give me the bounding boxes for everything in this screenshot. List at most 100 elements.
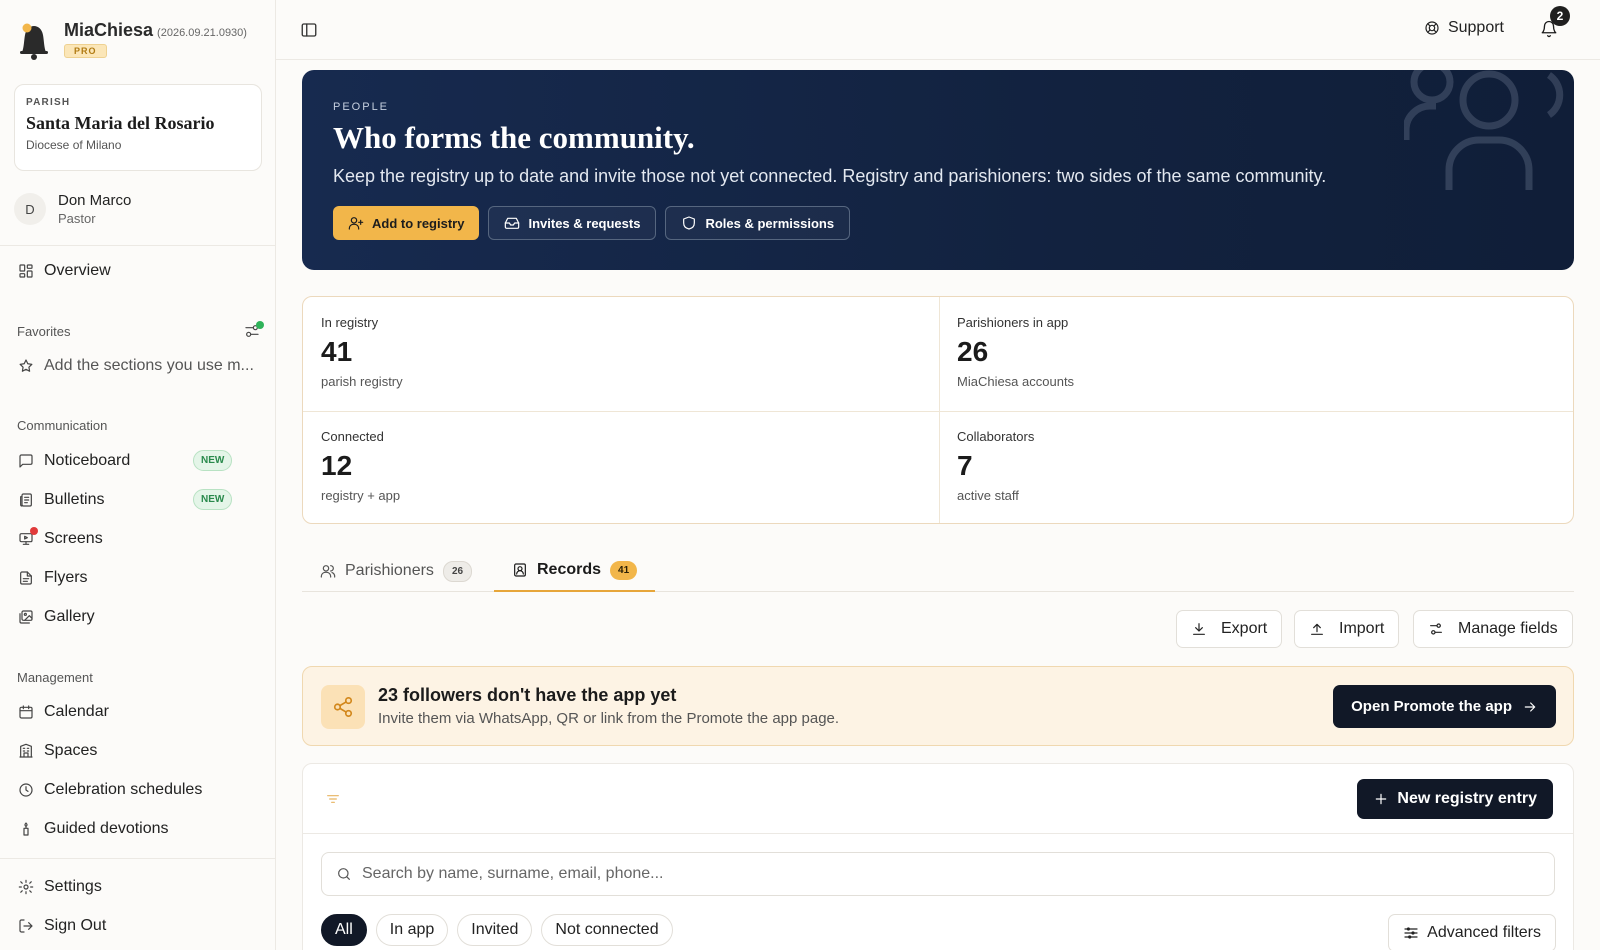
people-illustration-icon [1404,70,1574,210]
add-to-registry-label: Add to registry [372,215,465,231]
message-square-icon [18,453,34,469]
manage-fields-label: Manage fields [1458,620,1558,637]
sidebar-item-calendar[interactable]: Calendar [18,701,109,723]
app-version: (2026.09.21.0930) [157,27,247,39]
management-title: Management [17,670,93,685]
promote-app-banner: 23 followers don't have the app yet Invi… [302,666,1574,746]
sidebar-item-label: Sign Out [44,917,107,934]
stat-desc: MiaChiesa accounts [957,374,1075,389]
favorites-status-dot [256,321,264,329]
tabs: Parishioners 26 Records 41 [302,550,1574,592]
chip-in-app[interactable]: In app [375,914,449,946]
filter-icon[interactable] [325,791,341,807]
chip-not-connected[interactable]: Not connected [541,914,673,946]
download-icon [1191,621,1207,637]
advanced-filters-label: Advanced filters [1427,924,1541,941]
invites-requests-button[interactable]: Invites & requests [488,206,657,240]
plus-icon [1373,791,1389,807]
life-buoy-icon [1424,20,1440,36]
import-button[interactable]: Import [1294,610,1400,648]
sidebar-toggle-icon[interactable] [300,21,318,39]
sidebar-item-gallery[interactable]: Gallery [18,606,95,628]
building-icon [18,743,34,759]
notifications-button[interactable]: 2 [1540,6,1570,38]
registry-header: New registry entry [303,764,1573,834]
tab-records[interactable]: Records 41 [494,550,656,592]
new-registry-entry-button[interactable]: New registry entry [1357,779,1553,819]
sidebar-item-label: Gallery [44,608,95,625]
file-text-icon [18,570,34,586]
brand[interactable]: MiaChiesa (2026.09.21.0930) PRO [16,20,247,60]
roles-permissions-button[interactable]: Roles & permissions [665,206,851,240]
clock-icon [18,782,34,798]
import-label: Import [1339,620,1385,637]
sidebar-item-label: Overview [44,262,111,279]
sidebar-item-label: Flyers [44,569,88,586]
chip-invited[interactable]: Invited [457,914,533,946]
user-name: Don Marco [58,192,132,209]
sidebar-item-celebration-schedules[interactable]: Celebration schedules [18,779,202,801]
promo-title: 23 followers don't have the app yet [378,685,677,705]
plan-badge: PRO [64,44,107,58]
parish-card[interactable]: PARISH Santa Maria del Rosario Diocese o… [14,84,262,171]
sidebar-item-spaces[interactable]: Spaces [18,740,97,762]
sidebar-item-sign-out[interactable]: Sign Out [18,915,106,937]
upload-icon [1309,621,1325,637]
support-button[interactable]: Support [1424,19,1504,37]
sidebar-item-guided-devotions[interactable]: Guided devotions [18,818,169,840]
parish-label: PARISH [26,97,71,108]
user-profile[interactable]: D Don Marco Pastor [14,192,131,226]
parish-name: Santa Maria del Rosario [26,113,215,133]
user-role: Pastor [58,211,96,226]
users-icon [320,563,336,579]
export-button[interactable]: Export [1176,610,1283,648]
open-promote-app-button[interactable]: Open Promote the app [1333,685,1556,728]
tab-parishioners[interactable]: Parishioners 26 [302,550,490,592]
gear-icon [18,879,34,895]
sidebar-item-settings[interactable]: Settings [18,876,102,898]
sidebar-item-noticeboard[interactable]: Noticeboard [18,450,130,472]
tab-label: Records [537,561,602,578]
open-promote-app-label: Open Promote the app [1351,698,1512,715]
hero-eyebrow: PEOPLE [333,101,390,113]
stat-value: 41 [321,336,353,367]
chip-all[interactable]: All [321,914,367,946]
promo-subtitle: Invite them via WhatsApp, QR or link fro… [378,710,840,727]
new-badge: NEW [193,450,233,471]
favorites-hint[interactable]: Add the sections you use m... [18,355,254,377]
page-title: Who forms the community. [333,120,695,155]
stats-grid: In registry 41 parish registry Parishion… [302,296,1574,524]
sidebar-item-label: Celebration schedules [44,781,203,798]
manage-fields-button[interactable]: Manage fields [1413,610,1573,648]
sidebar-item-bulletins[interactable]: Bulletins [18,489,104,511]
calendar-icon [18,704,34,720]
new-badge: NEW [193,489,233,510]
sidebar-divider [0,245,276,246]
roles-permissions-label: Roles & permissions [705,215,835,231]
stat-connected: Connected 12 registry + app [303,411,939,525]
sidebar-item-flyers[interactable]: Flyers [18,567,88,589]
stat-desc: parish registry [321,374,403,389]
hero-banner: PEOPLE Who forms the community. Keep the… [302,70,1574,270]
arrow-right-icon [1522,699,1538,715]
search-input[interactable] [362,865,1512,883]
sidebar-item-label: Settings [44,878,102,895]
stat-in-registry: In registry 41 parish registry [303,297,939,411]
screens-alert-dot [30,527,38,535]
stat-label: In registry [321,315,379,330]
sidebar-item-label: Screens [44,530,103,547]
hero-subtitle: Keep the registry up to date and invite … [333,166,1327,186]
sidebar-item-label: Spaces [44,742,98,759]
user-plus-icon [348,215,364,231]
stat-value: 12 [321,450,353,481]
add-to-registry-button[interactable]: Add to registry [333,206,480,240]
star-icon [18,358,34,374]
sidebar-divider [0,858,276,859]
stat-desc: registry + app [321,488,401,503]
registry-panel: New registry entry All In app Invited No… [302,763,1574,950]
stat-value: 26 [957,336,989,367]
sidebar-item-label: Calendar [44,703,109,720]
advanced-filters-button[interactable]: Advanced filters [1388,914,1556,950]
stat-collaborators: Collaborators 7 active staff [939,411,1575,525]
sidebar-item-overview[interactable]: Overview [18,260,111,282]
